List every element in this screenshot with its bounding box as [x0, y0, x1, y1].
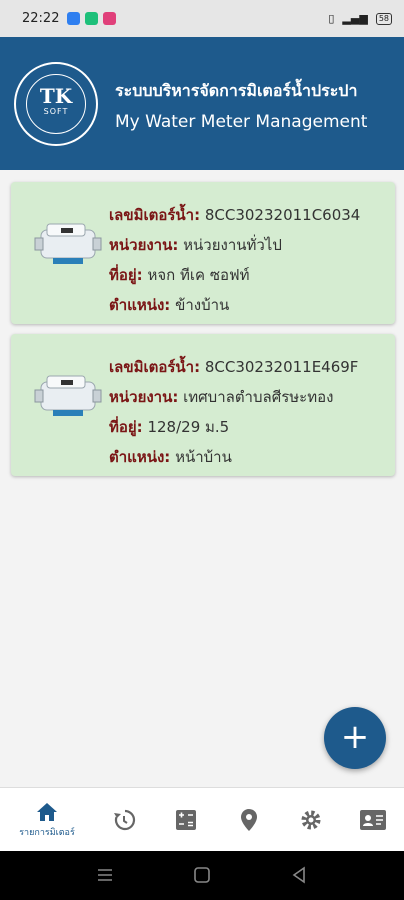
logo-text: TK — [39, 84, 73, 108]
app-header: TK SOFT ระบบบริหารจัดการมิเตอร์น้ำประปา … — [0, 37, 404, 170]
nav-calculator[interactable] — [155, 788, 217, 852]
signal-icon: ▂▄▆ — [342, 12, 368, 25]
bottom-nav: รายการมิเตอร์ — [0, 787, 404, 851]
meter-number-row: เลขมิเตอร์น้ำ: 8CC30232011E469F — [109, 352, 391, 382]
status-time: 22:22 — [22, 11, 60, 26]
position-label: ตำแหน่ง: — [109, 448, 171, 466]
nav-meter-list[interactable]: รายการมิเตอร์ — [16, 788, 78, 852]
nav-settings[interactable] — [280, 788, 342, 852]
address-row: ที่อยู่: หจก ทีเค ซอฟท์ — [109, 260, 391, 290]
address-value: หจก ทีเค ซอฟท์ — [147, 266, 250, 284]
agency-label: หน่วยงาน: — [109, 236, 179, 254]
location-pin-icon — [241, 809, 257, 831]
logo-subtext: SOFT — [43, 107, 69, 116]
history-icon — [114, 809, 136, 831]
app-notification-icon — [85, 12, 99, 25]
water-meter-icon — [34, 223, 102, 264]
position-row: ตำแหน่ง: ข้างบ้าน — [109, 290, 391, 320]
vibrate-icon: ▯ — [328, 12, 335, 25]
water-meter-icon — [34, 375, 102, 416]
back-icon[interactable] — [290, 866, 308, 884]
agency-row: หน่วยงาน: เทศบาลตำบลศีรษะทอง — [109, 382, 391, 412]
meter-number-label: เลขมิเตอร์น้ำ: — [109, 358, 201, 376]
agency-row: หน่วยงาน: หน่วยงานทั่วไป — [109, 230, 391, 260]
contact-card-icon — [360, 810, 386, 830]
home-button-icon[interactable] — [193, 866, 211, 884]
tk-soft-logo: TK SOFT — [14, 62, 98, 146]
nav-location[interactable] — [218, 788, 280, 852]
app-title-english: My Water Meter Management — [115, 112, 368, 132]
home-icon — [37, 803, 57, 821]
position-value: ข้างบ้าน — [175, 296, 230, 314]
agency-value: เทศบาลตำบลศีรษะทอง — [183, 388, 334, 406]
status-bar: 22:22 ▯ ▂▄▆ 58 — [0, 0, 404, 37]
position-row: ตำแหน่ง: หน้าบ้าน — [109, 442, 391, 472]
menu-icon[interactable] — [96, 866, 114, 884]
system-nav-bar — [0, 851, 404, 900]
agency-label: หน่วยงาน: — [109, 388, 179, 406]
position-label: ตำแหน่ง: — [109, 296, 171, 314]
app-notification-icon — [103, 12, 117, 25]
agency-value: หน่วยงานทั่วไป — [183, 236, 282, 254]
add-meter-button[interactable]: + — [324, 707, 386, 769]
address-value: 128/29 ม.5 — [147, 418, 230, 436]
meter-number-label: เลขมิเตอร์น้ำ: — [109, 206, 201, 224]
meter-list: เลขมิเตอร์น้ำ: 8CC30232011C6034 หน่วยงาน… — [0, 170, 404, 787]
nav-meter-list-label: รายการมิเตอร์ — [19, 828, 75, 838]
meter-card[interactable]: เลขมิเตอร์น้ำ: 8CC30232011C6034 หน่วยงาน… — [11, 182, 395, 324]
meter-number-row: เลขมิเตอร์น้ำ: 8CC30232011C6034 — [109, 200, 391, 230]
calculator-icon — [176, 810, 196, 830]
app-title-thai: ระบบบริหารจัดการมิเตอร์น้ำประปา — [115, 81, 358, 100]
address-label: ที่อยู่: — [109, 418, 143, 436]
meter-card[interactable]: เลขมิเตอร์น้ำ: 8CC30232011E469F หน่วยงาน… — [11, 334, 395, 476]
address-row: ที่อยู่: 128/29 ม.5 — [109, 412, 391, 442]
meter-number-value: 8CC30232011E469F — [204, 358, 359, 376]
meter-number-value: 8CC30232011C6034 — [204, 206, 361, 224]
gear-icon — [301, 810, 321, 830]
app-notification-icon — [67, 12, 81, 25]
position-value: หน้าบ้าน — [175, 448, 232, 466]
nav-history[interactable] — [93, 788, 155, 852]
address-label: ที่อยู่: — [109, 266, 143, 284]
battery-icon: 58 — [375, 12, 392, 25]
nav-contact[interactable] — [342, 788, 404, 852]
